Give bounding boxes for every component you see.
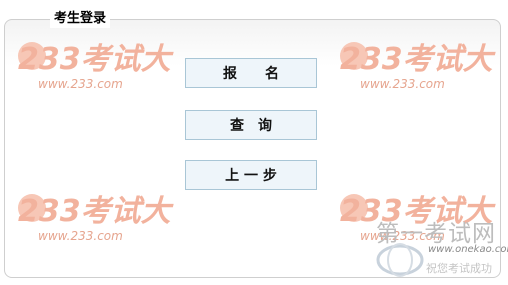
watermark-brand: 233考试大 (340, 42, 497, 77)
register-button-label: 报 名 (223, 66, 279, 82)
watermark-brand: 233考试大 (18, 194, 175, 229)
corner-watermark-url: www.onekao.com (428, 244, 508, 255)
query-button[interactable]: 查 询 (185, 110, 317, 140)
watermark-url: www.233.com (38, 77, 123, 91)
watermark-url: www.233.com (360, 77, 445, 91)
watermark-logo: 233考试大 www.233.com (12, 38, 192, 92)
watermark-logo: 233考试大 www.233.com (12, 190, 192, 244)
back-button-label: 上 一 步 (225, 168, 277, 184)
watermark-brand: 233考试大 (18, 42, 175, 77)
panel-legend: 考生登录 (50, 10, 111, 28)
corner-watermark-slogan: 祝您考试成功 (426, 262, 492, 275)
corner-watermark-title: 第一考试网 (376, 221, 496, 247)
watermark-logo: 233考试大 www.233.com (334, 38, 508, 92)
corner-watermark: 第一考试网 www.onekao.com 祝您考试成功 (370, 206, 508, 278)
watermark-url: www.233.com (38, 229, 123, 243)
register-button[interactable]: 报 名 (185, 58, 317, 88)
query-button-label: 查 询 (230, 118, 272, 134)
back-button[interactable]: 上 一 步 (185, 160, 317, 190)
